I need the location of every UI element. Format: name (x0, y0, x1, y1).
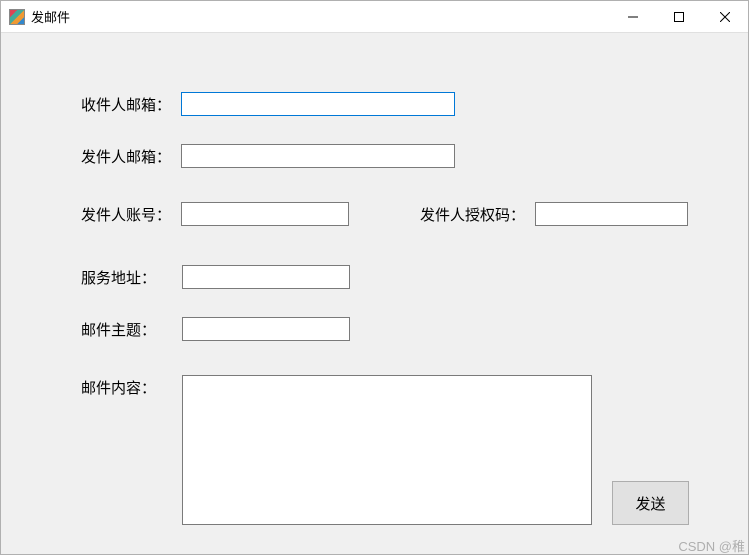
recipient-input[interactable] (181, 92, 455, 116)
minimize-button[interactable] (610, 1, 656, 32)
send-button[interactable]: 发送 (612, 481, 689, 525)
account-label: 发件人账号： (81, 204, 171, 225)
account-input[interactable] (181, 202, 349, 226)
body-label: 邮件内容： (81, 377, 156, 398)
server-label: 服务地址： (81, 267, 156, 288)
body-input[interactable] (182, 375, 592, 525)
subject-label: 邮件主题： (81, 319, 156, 340)
maximize-button[interactable] (656, 1, 702, 32)
authcode-label: 发件人授权码： (420, 204, 525, 225)
close-icon (720, 12, 730, 22)
titlebar: 发邮件 (1, 1, 748, 33)
sender-label: 发件人邮箱： (81, 146, 171, 167)
close-button[interactable] (702, 1, 748, 32)
window-controls (610, 1, 748, 32)
server-input[interactable] (182, 265, 350, 289)
subject-input[interactable] (182, 317, 350, 341)
window-title: 发邮件 (31, 7, 70, 26)
sender-input[interactable] (181, 144, 455, 168)
form-content: 收件人邮箱： 发件人邮箱： 发件人账号： 发件人授权码： 服务地址： 邮件主题：… (1, 33, 748, 554)
maximize-icon (674, 12, 684, 22)
recipient-label: 收件人邮箱： (81, 94, 171, 115)
app-window: 发邮件 收件人邮箱： 发件人邮箱： 发件人账号： 发件人授权码： 服务地址： 邮… (0, 0, 749, 555)
minimize-icon (628, 12, 638, 22)
authcode-input[interactable] (535, 202, 688, 226)
app-icon (9, 9, 25, 25)
